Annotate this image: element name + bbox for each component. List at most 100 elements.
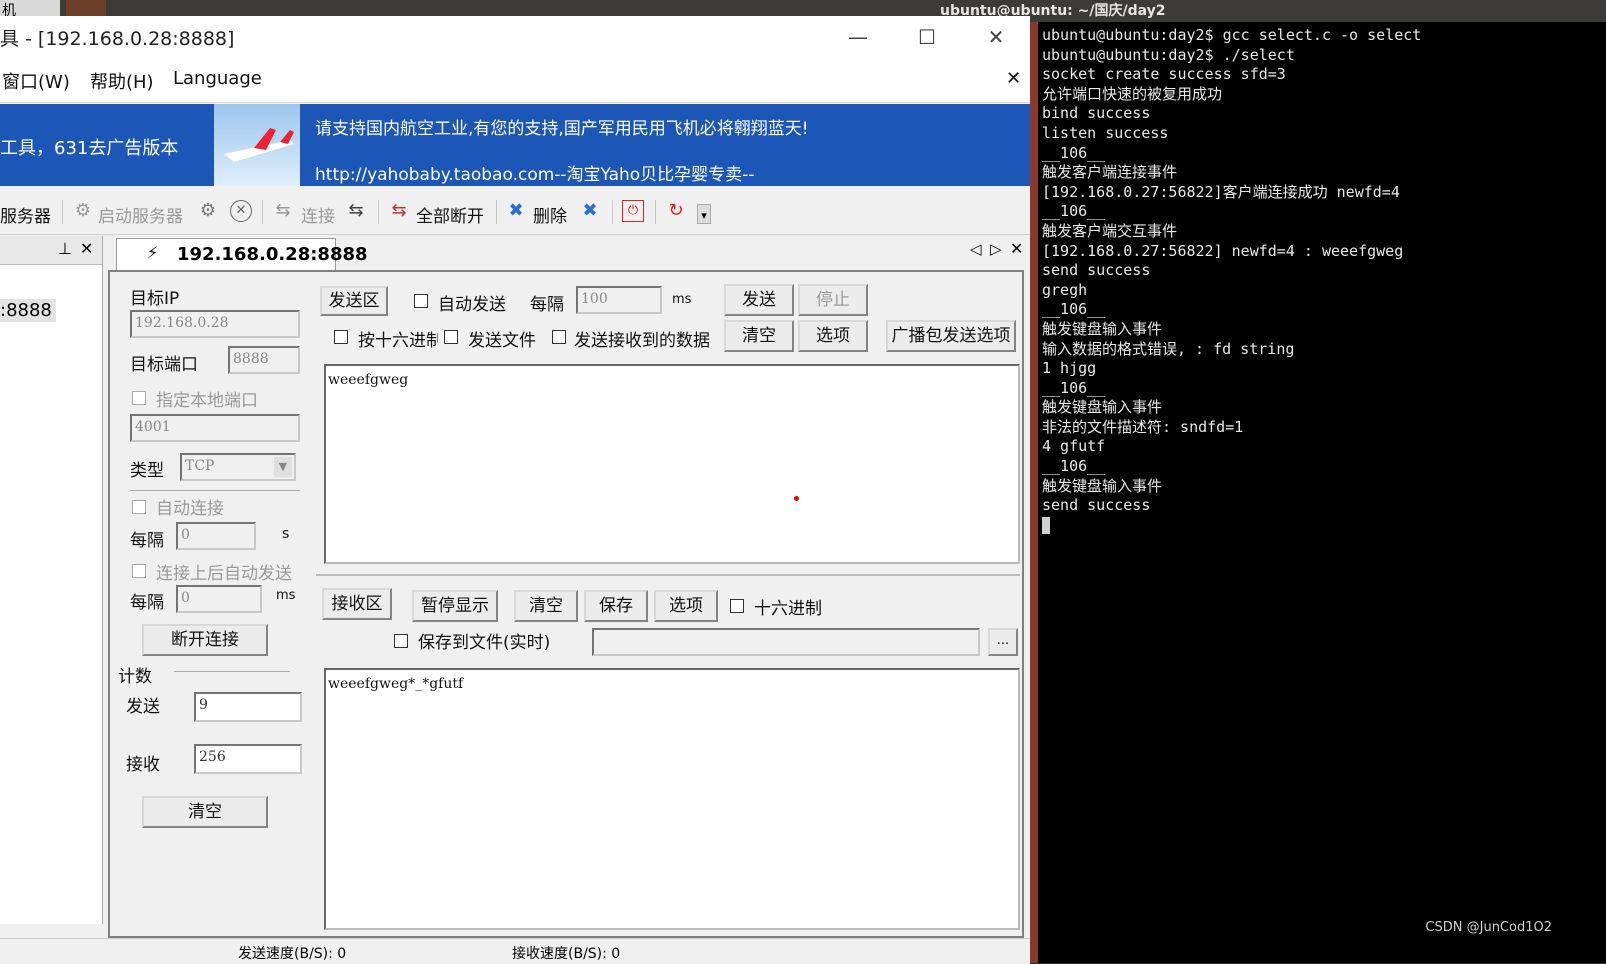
tab-prev-icon[interactable]: ◁: [970, 240, 982, 258]
title-bar: 具 - [192.168.0.28:8888] — ☐ ✕: [0, 16, 1030, 58]
connect-button[interactable]: 连接: [301, 202, 335, 227]
start-server-button[interactable]: 启动服务器: [98, 202, 183, 227]
server-config-icon[interactable]: ⚙: [197, 200, 219, 222]
browse-button[interactable]: ...: [988, 628, 1018, 656]
connect-icon: ⇆: [275, 200, 291, 221]
interval-label: 每隔: [130, 531, 164, 551]
auto-send-checkbox[interactable]: [414, 294, 428, 308]
recv-textarea[interactable]: weeefgweg*_*gfutf: [324, 668, 1020, 930]
pause-display-button[interactable]: 暂停显示: [412, 590, 498, 622]
pane-close-icon[interactable]: ✕: [80, 239, 93, 258]
terminal-output: ubuntu@ubuntu:day2$ gcc select.c -o sele…: [1042, 26, 1421, 535]
disconnect-button[interactable]: 断开连接: [142, 624, 268, 656]
network-icon[interactable]: ⇆: [345, 200, 367, 222]
type-select[interactable]: TCP ▼: [180, 453, 296, 481]
toolbar-separator: [62, 200, 63, 224]
menu-window[interactable]: 窗口(W): [2, 68, 70, 94]
recv-speed: 接收速度(B/S): 0: [512, 946, 621, 962]
auto-send-checkbox[interactable]: [132, 564, 146, 578]
power-icon[interactable]: ⏻: [622, 200, 644, 222]
terminal-line: 触发客户端连接事件: [1042, 163, 1178, 182]
terminal-line: socket create success sfd=3: [1042, 65, 1286, 84]
send-clear-button[interactable]: 清空: [724, 320, 794, 352]
disconnect-all-button[interactable]: 全部断开: [416, 202, 484, 227]
tab-close-icon[interactable]: ✕: [1010, 239, 1023, 258]
toolbar-separator: [612, 200, 613, 224]
cursor-dot: [794, 496, 799, 501]
save-to-file-checkbox[interactable]: [394, 634, 408, 648]
recv-hex-checkbox[interactable]: [730, 599, 744, 613]
close-button[interactable]: ✕: [974, 22, 1018, 52]
close-doc-icon[interactable]: ✕: [1006, 68, 1021, 89]
local-port-checkbox[interactable]: [132, 391, 146, 405]
interval2-unit: ms: [276, 588, 296, 603]
connection-item[interactable]: :8888: [0, 299, 56, 322]
delete-all-icon[interactable]: ✖: [579, 200, 601, 222]
ad-banner[interactable]: 工具，631去广告版本 请支持国内航空工业,有您的支持,国产军用民用飞机必将翱翔…: [0, 104, 1030, 186]
chevron-down-icon[interactable]: ▼: [274, 457, 292, 477]
menu-language[interactable]: Language: [173, 68, 262, 89]
send-textarea[interactable]: weeefgweg: [324, 364, 1020, 564]
interval2-label: 每隔: [130, 593, 164, 613]
terminal-line: 触发键盘输入事件: [1042, 398, 1163, 417]
send-file-checkbox[interactable]: [444, 330, 458, 344]
local-port-label: 指定本地端口: [156, 391, 258, 411]
toolbar-separator: [378, 200, 379, 224]
save-file-path-field[interactable]: [592, 628, 980, 656]
banner-link[interactable]: http://yahobaby.taobao.com--淘宝Yaho贝比孕婴专卖…: [315, 160, 754, 185]
recv-options-button[interactable]: 选项: [654, 590, 718, 622]
local-port-field[interactable]: 4001: [130, 414, 300, 442]
connection-list-pane: ⊥ ✕ :8888: [0, 236, 103, 924]
terminal-cursor: [1042, 516, 1421, 536]
target-ip-field[interactable]: 192.168.0.28: [130, 310, 300, 338]
target-port-label: 目标端口: [130, 355, 198, 375]
terminal-line: __106__: [1042, 378, 1106, 397]
tab-label: 192.168.0.28:8888: [177, 244, 368, 265]
save-to-file-label: 保存到文件(实时): [418, 633, 551, 653]
clear-count-button[interactable]: 清空: [142, 796, 268, 828]
pane-splitter[interactable]: [316, 574, 1020, 576]
terminal-window[interactable]: ubuntu@ubuntu:day2$ gcc select.c -o sele…: [1030, 22, 1606, 963]
terminal-line: listen success: [1042, 123, 1169, 142]
toolbar-separator: [262, 200, 263, 224]
auto-connect-checkbox[interactable]: [132, 500, 146, 514]
divider: [174, 671, 290, 672]
send-interval-field[interactable]: 100: [576, 286, 662, 314]
recv-count-field[interactable]: 256: [194, 744, 302, 774]
broadcast-options-button[interactable]: 广播包发送选项: [886, 320, 1016, 352]
exit-icon[interactable]: ↻: [665, 200, 687, 222]
menu-help[interactable]: 帮助(H): [90, 68, 154, 94]
send-count-field[interactable]: 9: [194, 692, 302, 722]
stop-button[interactable]: 停止: [798, 284, 868, 316]
auto-connect-label: 自动连接: [156, 499, 224, 519]
minimize-button[interactable]: —: [836, 22, 880, 52]
pane-header: ⊥ ✕: [0, 236, 102, 265]
interval-field[interactable]: 0: [176, 522, 256, 550]
save-button[interactable]: 保存: [584, 590, 648, 622]
target-port-field[interactable]: 8888: [228, 346, 300, 374]
interval2-field[interactable]: 0: [176, 585, 262, 613]
tab-connection[interactable]: ⚡ 192.168.0.28:8888: [116, 238, 368, 271]
delete-button[interactable]: 删除: [533, 202, 567, 227]
send-button[interactable]: 发送: [724, 284, 794, 316]
toolbar-overflow-icon[interactable]: ▾: [697, 204, 711, 224]
terminal-line: ubuntu@ubuntu:day2$ ./select: [1042, 45, 1295, 64]
stop-icon[interactable]: ✕: [230, 200, 252, 222]
recv-clear-button[interactable]: 清空: [514, 590, 578, 622]
divider: [130, 490, 300, 491]
send-options-button[interactable]: 选项: [798, 320, 868, 352]
start-server-icon: ⚙: [74, 200, 92, 221]
recv-area-label[interactable]: 接收区: [322, 588, 392, 620]
send-area-label[interactable]: 发送区: [320, 286, 388, 316]
terminal-line: 触发键盘输入事件: [1042, 476, 1163, 495]
pin-icon[interactable]: ⊥: [58, 239, 72, 258]
tab-next-icon[interactable]: ▷: [990, 240, 1002, 258]
send-received-checkbox[interactable]: [552, 330, 566, 344]
toolbar: 服务器 ⚙ 启动服务器 ⚙ ✕ ⇆ 连接 ⇆ ⇆ 全部断开 ✖ 删除 ✖ ⏻ ↻…: [0, 190, 1030, 235]
terminal-line: gregh: [1042, 280, 1088, 299]
maximize-button[interactable]: ☐: [905, 22, 949, 52]
banner-line1: 请支持国内航空工业,有您的支持,国产军用民用飞机必将翱翔蓝天!: [315, 119, 809, 139]
toolbar-separator: [496, 200, 497, 224]
server-button[interactable]: 服务器: [0, 202, 51, 227]
hex-send-checkbox[interactable]: [334, 330, 348, 344]
